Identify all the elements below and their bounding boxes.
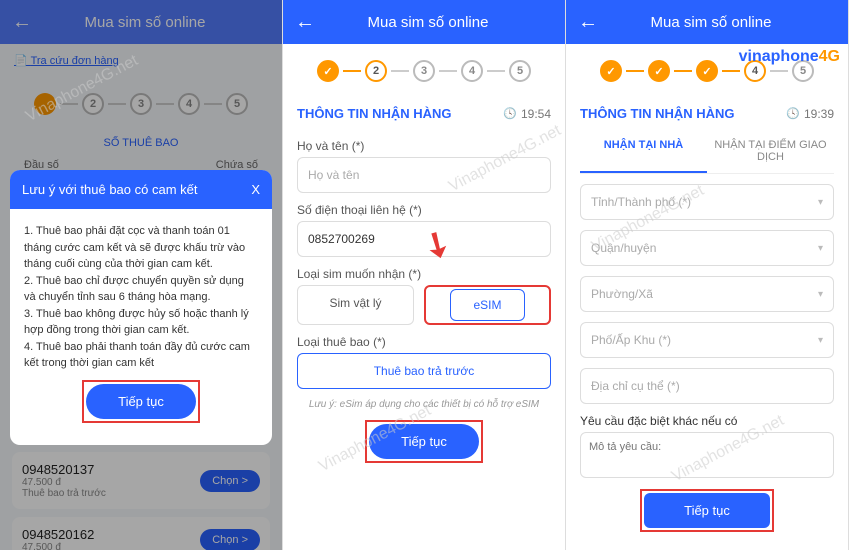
esim-text: eSIM bbox=[450, 289, 524, 321]
fullname-label: Họ và tên (*) bbox=[297, 139, 551, 153]
brand-logo: vinaphone4G bbox=[739, 48, 840, 66]
simtype-label: Loại sim muốn nhận (*) bbox=[297, 267, 551, 281]
panel-2: ← Mua sim số online ✓ 2 3 4 5 THÔNG TIN … bbox=[283, 0, 566, 550]
step-2: ✓ bbox=[648, 60, 670, 82]
back-icon[interactable]: ← bbox=[578, 11, 598, 34]
delivery-tabs: NHẬN TẠI NHÀ NHẬN TẠI ĐIỂM GIAO DỊCH bbox=[580, 129, 834, 174]
province-ph: Tỉnh/Thành phố (*) bbox=[591, 195, 691, 209]
close-icon[interactable]: X bbox=[251, 182, 260, 197]
modal-header: Lưu ý với thuê bao có cam kết X bbox=[10, 170, 272, 209]
header-title: Mua sim số online bbox=[606, 14, 816, 31]
modal-title: Lưu ý với thuê bao có cam kết bbox=[22, 182, 197, 197]
continue-button[interactable]: Tiếp tục bbox=[369, 424, 479, 459]
fullname-input[interactable] bbox=[297, 157, 551, 193]
address-ph: Địa chỉ cụ thể (*) bbox=[591, 379, 680, 393]
panel-3: ← Mua sim số online vinaphone4G ✓ ✓ ✓ 4 … bbox=[566, 0, 849, 550]
province-select[interactable]: Tỉnh/Thành phố (*) ▾ bbox=[580, 184, 834, 220]
commitment-modal: Lưu ý với thuê bao có cam kết X 1. Thuê … bbox=[10, 170, 272, 445]
address-form: Tỉnh/Thành phố (*) ▾ Quận/huyện ▾ Phường/X… bbox=[566, 184, 848, 481]
step-3: 3 bbox=[413, 60, 435, 82]
header-title: Mua sim số online bbox=[323, 14, 533, 31]
special-request-input[interactable] bbox=[580, 432, 834, 478]
chevron-down-icon: ▾ bbox=[818, 335, 823, 346]
street-ph: Phố/Ấp Khu (*) bbox=[591, 333, 671, 347]
phone-label: Số điện thoại liên hệ (*) bbox=[297, 203, 551, 217]
step-1: ✓ bbox=[317, 60, 339, 82]
step-5: 5 bbox=[509, 60, 531, 82]
step-4: 4 bbox=[461, 60, 483, 82]
terms-text: 1. Thuê bao phải đặt cọc và thanh toán 0… bbox=[24, 223, 258, 372]
continue-button[interactable]: Tiếp tục bbox=[644, 493, 770, 528]
form: Họ và tên (*) Số điện thoại liên hệ (*) … bbox=[283, 139, 565, 463]
chevron-down-icon: ▾ bbox=[818, 197, 823, 208]
tab-store-pickup[interactable]: NHẬN TẠI ĐIỂM GIAO DỊCH bbox=[707, 129, 834, 173]
subtype-label: Loại thuê bao (*) bbox=[297, 335, 551, 349]
district-select[interactable]: Quận/huyện ▾ bbox=[580, 230, 834, 266]
step-3: ✓ bbox=[696, 60, 718, 82]
step-2: 2 bbox=[365, 60, 387, 82]
header: ← Mua sim số online bbox=[566, 0, 848, 44]
address-input[interactable]: Địa chỉ cụ thể (*) bbox=[580, 368, 834, 404]
esim-button[interactable]: eSIM bbox=[424, 285, 551, 325]
highlight-box: Tiếp tục bbox=[82, 380, 200, 423]
ward-select[interactable]: Phường/Xã ▾ bbox=[580, 276, 834, 312]
panel-1: ← Mua sim số online 📄 Tra cứu đơn hàng 2… bbox=[0, 0, 283, 550]
time: 19:54 bbox=[503, 107, 551, 121]
highlight-box: Tiếp tục bbox=[640, 489, 774, 532]
section-text: THÔNG TIN NHẬN HÀNG bbox=[580, 106, 735, 121]
highlight-box: Tiếp tục bbox=[365, 420, 483, 463]
sim-options: Sim vật lý eSIM bbox=[297, 285, 551, 325]
special-request-label: Yêu cầu đặc biệt khác nếu có bbox=[580, 414, 834, 428]
section-title: THÔNG TIN NHẬN HÀNG 19:39 bbox=[566, 98, 848, 129]
ward-ph: Phường/Xã bbox=[591, 287, 653, 301]
steps: ✓ 2 3 4 5 bbox=[283, 44, 565, 98]
time: 19:39 bbox=[786, 107, 834, 121]
section-title: THÔNG TIN NHẬN HÀNG 19:54 bbox=[283, 98, 565, 129]
section-text: THÔNG TIN NHẬN HÀNG bbox=[297, 106, 452, 121]
continue-button[interactable]: Tiếp tục bbox=[86, 384, 196, 419]
chevron-down-icon: ▾ bbox=[818, 243, 823, 254]
sim-physical-button[interactable]: Sim vật lý bbox=[297, 285, 414, 325]
step-1: ✓ bbox=[600, 60, 622, 82]
tab-home-delivery[interactable]: NHẬN TẠI NHÀ bbox=[580, 129, 707, 173]
bottom-bar: Tiếp tục bbox=[566, 481, 848, 540]
esim-note: Lưu ý: eSim áp dụng cho các thiết bị có … bbox=[297, 399, 551, 410]
chevron-down-icon: ▾ bbox=[818, 289, 823, 300]
back-icon[interactable]: ← bbox=[295, 11, 315, 34]
street-select[interactable]: Phố/Ấp Khu (*) ▾ bbox=[580, 322, 834, 358]
prepaid-button[interactable]: Thuê bao trả trước bbox=[297, 353, 551, 389]
header: ← Mua sim số online bbox=[283, 0, 565, 44]
district-ph: Quận/huyện bbox=[591, 241, 656, 255]
modal-body: 1. Thuê bao phải đặt cọc và thanh toán 0… bbox=[10, 209, 272, 445]
phone-input[interactable] bbox=[297, 221, 551, 257]
